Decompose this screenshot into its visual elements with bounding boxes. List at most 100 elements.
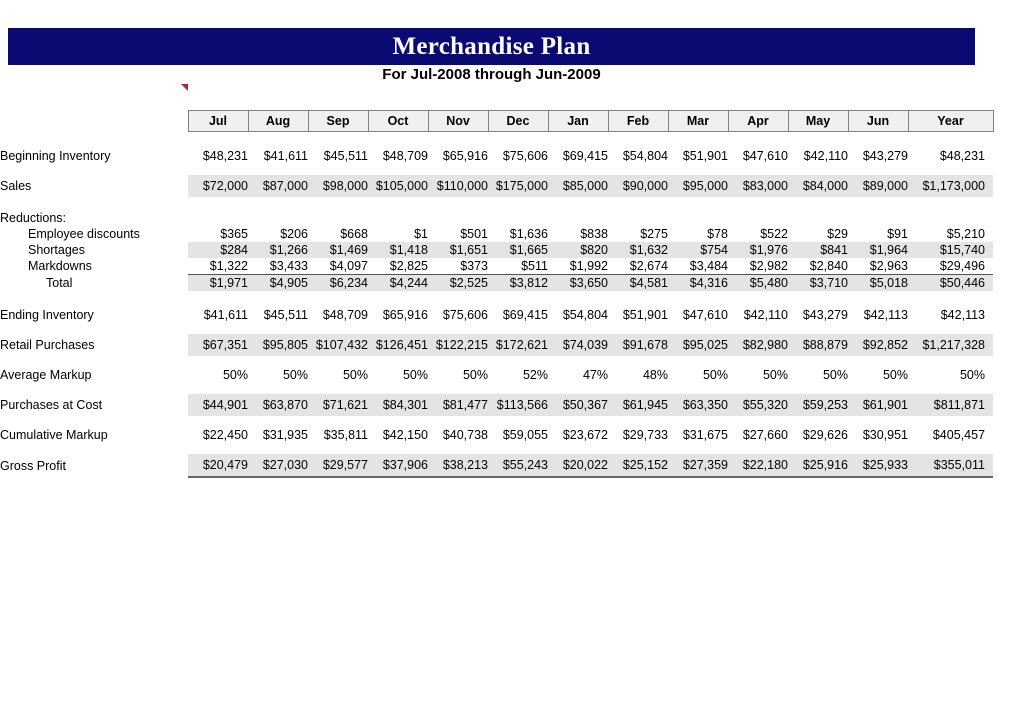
- cell-value[interactable]: $284: [188, 242, 248, 258]
- cell-value[interactable]: $71,621: [308, 394, 368, 416]
- cell-value[interactable]: $27,359: [668, 454, 728, 478]
- column-header-feb[interactable]: Feb: [607, 110, 669, 132]
- cell-value[interactable]: $61,901: [848, 394, 908, 416]
- cell-value[interactable]: $365: [188, 226, 248, 242]
- cell-value[interactable]: $45,511: [248, 304, 308, 326]
- cell-value[interactable]: $87,000: [248, 175, 308, 197]
- cell-value[interactable]: $522: [728, 226, 788, 242]
- cell-value[interactable]: 50%: [248, 364, 308, 386]
- cell-value-year[interactable]: $15,740: [908, 242, 993, 258]
- cell-value[interactable]: $98,000: [308, 175, 368, 197]
- cell-value-year[interactable]: $42,113: [908, 304, 993, 326]
- cell-value[interactable]: $27,030: [248, 454, 308, 478]
- cell-value[interactable]: $5,480: [728, 274, 788, 291]
- cell-value[interactable]: 52%: [488, 364, 548, 386]
- cell-value[interactable]: $51,901: [608, 304, 668, 326]
- cell-value[interactable]: $511: [488, 258, 548, 275]
- cell-value[interactable]: $668: [308, 226, 368, 242]
- cell-value[interactable]: $43,279: [788, 304, 848, 326]
- column-header-sep[interactable]: Sep: [307, 110, 369, 132]
- cell-value[interactable]: $110,000: [428, 175, 488, 197]
- column-header-apr[interactable]: Apr: [727, 110, 789, 132]
- cell-value[interactable]: $92,852: [848, 334, 908, 356]
- cell-value[interactable]: $72,000: [188, 175, 248, 197]
- cell-value[interactable]: $22,450: [188, 424, 248, 446]
- cell-value[interactable]: $44,901: [188, 394, 248, 416]
- column-header-jul[interactable]: Jul: [187, 110, 249, 132]
- cell-value[interactable]: $38,213: [428, 454, 488, 478]
- cell-value[interactable]: $95,805: [248, 334, 308, 356]
- cell-value[interactable]: $105,000: [368, 175, 428, 197]
- cell-value[interactable]: $75,606: [428, 304, 488, 326]
- cell-value[interactable]: 50%: [188, 364, 248, 386]
- cell-value[interactable]: $89,000: [848, 175, 908, 197]
- cell-value[interactable]: $78: [668, 226, 728, 242]
- cell-value[interactable]: 50%: [308, 364, 368, 386]
- cell-value[interactable]: $4,316: [668, 274, 728, 291]
- cell-value[interactable]: $75,606: [488, 145, 548, 167]
- cell-value[interactable]: $90,000: [608, 175, 668, 197]
- cell-value[interactable]: $2,982: [728, 258, 788, 275]
- cell-value[interactable]: $3,650: [548, 274, 608, 291]
- cell-value[interactable]: $1,322: [188, 258, 248, 275]
- cell-value-year[interactable]: $811,871: [908, 394, 993, 416]
- cell-value[interactable]: $37,906: [368, 454, 428, 478]
- column-header-jan[interactable]: Jan: [547, 110, 609, 132]
- cell-value[interactable]: $4,244: [368, 274, 428, 291]
- cell-value[interactable]: $83,000: [728, 175, 788, 197]
- cell-value[interactable]: $23,672: [548, 424, 608, 446]
- cell-value[interactable]: $42,110: [788, 145, 848, 167]
- cell-value[interactable]: $47,610: [728, 145, 788, 167]
- cell-value[interactable]: $91: [848, 226, 908, 242]
- cell-value-year[interactable]: $355,011: [908, 454, 993, 478]
- cell-value[interactable]: $48,231: [188, 145, 248, 167]
- cell-value[interactable]: $43,279: [848, 145, 908, 167]
- cell-value[interactable]: $4,097: [308, 258, 368, 275]
- cell-value-year[interactable]: $1,173,000: [908, 175, 993, 197]
- cell-value[interactable]: $55,243: [488, 454, 548, 478]
- cell-value[interactable]: 50%: [668, 364, 728, 386]
- cell-value[interactable]: $51,901: [668, 145, 728, 167]
- cell-value[interactable]: $29,626: [788, 424, 848, 446]
- cell-value[interactable]: $2,525: [428, 274, 488, 291]
- cell-value[interactable]: 50%: [788, 364, 848, 386]
- cell-value[interactable]: $41,611: [248, 145, 308, 167]
- cell-value[interactable]: $35,811: [308, 424, 368, 446]
- cell-value[interactable]: $42,150: [368, 424, 428, 446]
- cell-value[interactable]: $206: [248, 226, 308, 242]
- cell-value[interactable]: $25,933: [848, 454, 908, 478]
- cell-value[interactable]: $84,301: [368, 394, 428, 416]
- cell-value[interactable]: $65,916: [368, 304, 428, 326]
- cell-value[interactable]: $3,710: [788, 274, 848, 291]
- cell-value[interactable]: 47%: [548, 364, 608, 386]
- cell-value[interactable]: $42,113: [848, 304, 908, 326]
- column-header-nov[interactable]: Nov: [427, 110, 489, 132]
- cell-value[interactable]: $74,039: [548, 334, 608, 356]
- cell-value[interactable]: $45,511: [308, 145, 368, 167]
- cell-value[interactable]: $30,951: [848, 424, 908, 446]
- cell-value[interactable]: $1,665: [488, 242, 548, 258]
- cell-value[interactable]: $3,812: [488, 274, 548, 291]
- cell-value[interactable]: $2,674: [608, 258, 668, 275]
- cell-value[interactable]: $841: [788, 242, 848, 258]
- cell-value[interactable]: $2,825: [368, 258, 428, 275]
- cell-value[interactable]: $501: [428, 226, 488, 242]
- cell-value[interactable]: $54,804: [548, 304, 608, 326]
- cell-value[interactable]: $5,018: [848, 274, 908, 291]
- cell-value-year[interactable]: $29,496: [908, 258, 993, 275]
- cell-value[interactable]: $48,709: [308, 304, 368, 326]
- cell-value[interactable]: $4,581: [608, 274, 668, 291]
- cell-value[interactable]: $275: [608, 226, 668, 242]
- cell-value[interactable]: $1,651: [428, 242, 488, 258]
- cell-value[interactable]: $1,469: [308, 242, 368, 258]
- cell-value[interactable]: $1: [368, 226, 428, 242]
- cell-value-year[interactable]: $405,457: [908, 424, 993, 446]
- cell-value[interactable]: $59,055: [488, 424, 548, 446]
- cell-value[interactable]: $31,675: [668, 424, 728, 446]
- column-header-mar[interactable]: Mar: [667, 110, 729, 132]
- cell-value[interactable]: $48,709: [368, 145, 428, 167]
- cell-value[interactable]: $2,963: [848, 258, 908, 275]
- cell-value[interactable]: $54,804: [608, 145, 668, 167]
- cell-value[interactable]: $1,636: [488, 226, 548, 242]
- cell-value[interactable]: $4,905: [248, 274, 308, 291]
